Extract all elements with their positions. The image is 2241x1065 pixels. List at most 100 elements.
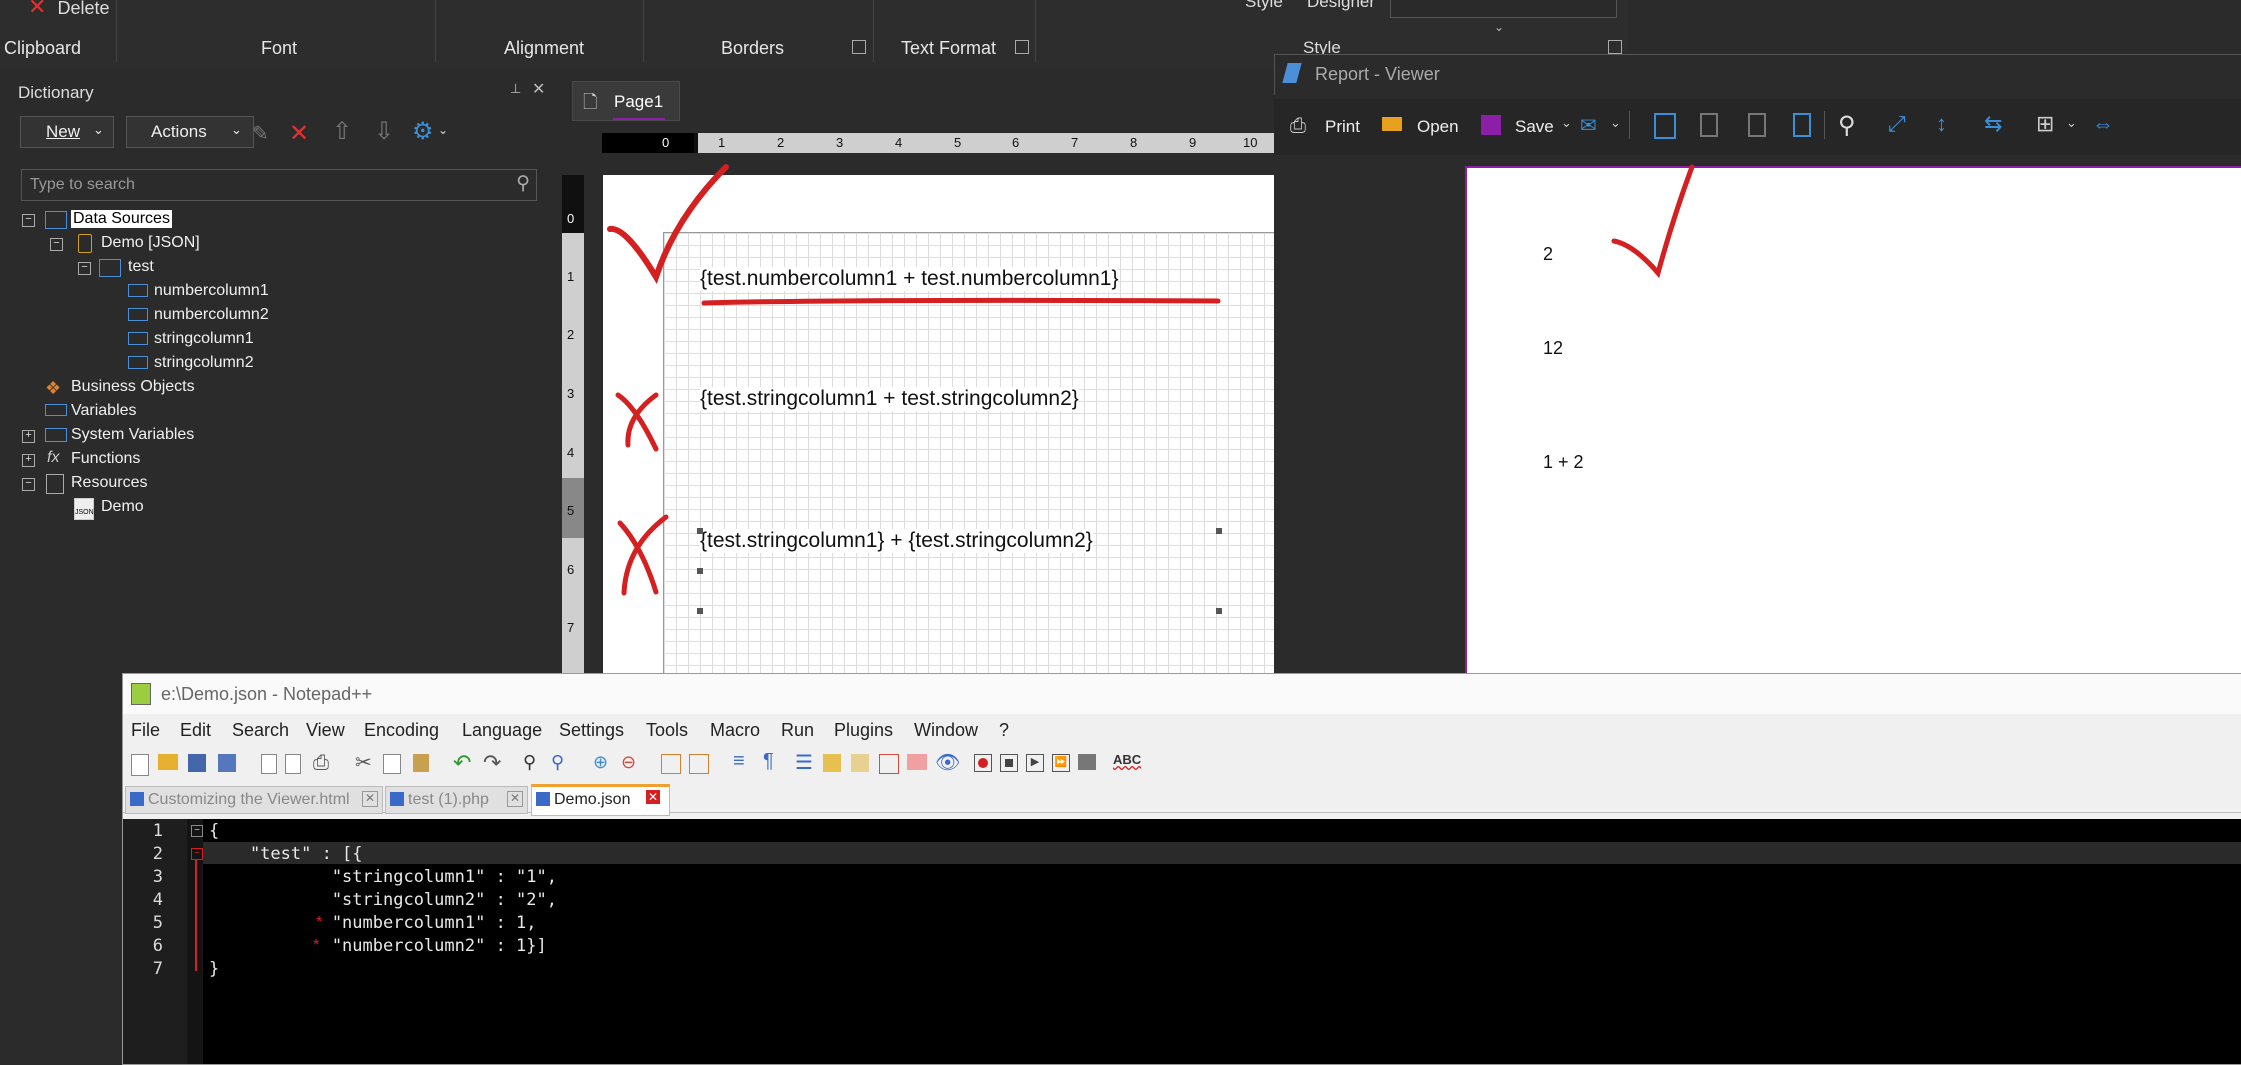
npp-menubar: File Edit Search View Encoding Language … (123, 720, 2241, 744)
collapse-toggle[interactable]: − (50, 238, 63, 251)
close-all-icon[interactable] (285, 754, 301, 774)
tree-item-demo[interactable]: Demo (101, 498, 144, 516)
menu-encoding[interactable]: Encoding (364, 720, 439, 741)
gear-icon[interactable]: ⚙ (412, 117, 434, 146)
tree-item-variables[interactable]: Variables (71, 402, 137, 420)
sync-horizontal-icon[interactable] (689, 754, 709, 774)
chevron-down-icon[interactable]: ⌄ (438, 123, 448, 137)
dictionary-search-input[interactable]: Type to search ⚲ (21, 169, 537, 201)
delete-icon[interactable]: ✕ (289, 119, 309, 148)
redo-icon[interactable]: ↷ (483, 750, 501, 776)
word-wrap-icon[interactable]: ≡ (733, 750, 745, 773)
zoom-in-icon[interactable]: ⊕ (593, 752, 608, 773)
menu-edit[interactable]: Edit (180, 720, 211, 741)
menu-view[interactable]: View (306, 720, 345, 741)
expand-toggle[interactable]: + (22, 454, 35, 467)
move-up-icon[interactable]: ⇧ (332, 117, 352, 146)
close-icon[interactable]: ✕ (362, 791, 378, 807)
close-icon[interactable]: ✕ (507, 791, 523, 807)
stop-macro-icon[interactable] (1000, 754, 1018, 772)
menu-tools[interactable]: Tools (646, 720, 688, 741)
edit-icon[interactable]: ✎ (252, 121, 269, 146)
tree-item-demo-json[interactable]: Demo [JSON] (101, 234, 200, 252)
close-file-icon[interactable] (261, 754, 277, 774)
tab-demo-json[interactable]: Demo.json ✕ (531, 784, 670, 816)
expand-toggle[interactable]: + (22, 430, 35, 443)
save-macro-icon[interactable] (1078, 754, 1096, 770)
fold-toggle[interactable]: − (191, 825, 203, 837)
menu-file[interactable]: File (131, 720, 160, 741)
menu-help[interactable]: ? (999, 720, 1009, 741)
cut-icon[interactable]: ✂ (355, 750, 372, 775)
search-icon[interactable]: ⚲ (516, 172, 530, 195)
style-launcher-icon[interactable] (1608, 40, 1622, 54)
collapse-toggle[interactable]: − (22, 478, 35, 491)
move-down-icon[interactable]: ⇩ (374, 117, 394, 146)
collapse-toggle[interactable]: − (22, 214, 35, 227)
find-icon[interactable]: ⚲ (523, 752, 536, 773)
text-format-launcher-icon[interactable] (1015, 40, 1029, 54)
notepad-logo-icon (131, 683, 151, 705)
open-file-icon[interactable] (158, 754, 178, 770)
tree-item-data-sources[interactable]: Data Sources (71, 210, 172, 228)
delete-button[interactable]: ✕ Delete (28, 0, 109, 20)
udl-icon[interactable] (823, 754, 841, 772)
style-combo[interactable] (1390, 0, 1617, 18)
menu-settings[interactable]: Settings (559, 720, 624, 741)
actions-button[interactable]: Actions ⌄ (126, 116, 254, 148)
tree-item-stringcolumn2[interactable]: stringcolumn2 (154, 354, 254, 372)
print-icon[interactable]: ⎙ (313, 752, 329, 775)
close-icon[interactable]: ✕ (646, 790, 660, 804)
menu-language[interactable]: Language (462, 720, 542, 741)
menu-window[interactable]: Window (914, 720, 978, 741)
folder-workspace-icon[interactable] (907, 754, 927, 770)
borders-launcher-icon[interactable] (852, 40, 866, 54)
undo-icon[interactable]: ↶ (453, 750, 471, 776)
tree-item-business-objects[interactable]: Business Objects (71, 378, 195, 396)
tree-item-resources[interactable]: Resources (71, 474, 147, 492)
record-macro-icon[interactable] (974, 754, 992, 772)
tree-item-numbercolumn1[interactable]: numbercolumn1 (154, 282, 269, 300)
code-editor[interactable]: 1 2 3 4 5 6 7 − − { "test" : [{ "stringc… (123, 819, 2241, 1064)
pin-icon[interactable]: ⊥ (510, 81, 521, 97)
tree-item-stringcolumn1[interactable]: stringcolumn1 (154, 330, 254, 348)
doc-map-icon[interactable] (851, 754, 869, 772)
tab-label: Customizing the Viewer.html (148, 791, 350, 808)
tree-item-numbercolumn2[interactable]: numbercolumn2 (154, 306, 269, 324)
new-file-icon[interactable] (131, 754, 149, 776)
menu-macro[interactable]: Macro (710, 720, 760, 741)
menu-plugins[interactable]: Plugins (834, 720, 893, 741)
json-file-icon: JSON (74, 498, 94, 520)
spell-check-icon[interactable]: ABC (1113, 752, 1141, 767)
play-macro-icon[interactable]: ▶ (1026, 754, 1044, 772)
menu-run[interactable]: Run (781, 720, 814, 741)
string-column-icon (128, 356, 148, 369)
zoom-out-icon[interactable]: ⊖ (621, 752, 636, 773)
new-button[interactable]: New ⌄ (20, 116, 114, 148)
tab-test-php[interactable]: test (1).php ✕ (385, 786, 528, 814)
save-icon[interactable] (188, 754, 206, 772)
close-icon[interactable]: ✕ (532, 79, 545, 99)
tree-item-system-variables[interactable]: System Variables (71, 426, 194, 444)
number-column-icon (128, 308, 148, 321)
function-list-icon[interactable] (879, 754, 899, 774)
collapse-toggle[interactable]: − (78, 262, 91, 275)
save-all-icon[interactable] (218, 754, 236, 772)
tab-customizing-viewer[interactable]: Customizing the Viewer.html ✕ (125, 786, 383, 814)
replace-icon[interactable]: ⚲ (551, 752, 564, 773)
paste-icon[interactable] (413, 754, 429, 772)
group-divider (435, 0, 436, 62)
tree-item-test[interactable]: test (128, 258, 154, 276)
monitoring-icon[interactable]: 👁 (935, 750, 960, 775)
sync-vertical-icon[interactable] (661, 754, 681, 774)
copy-icon[interactable] (383, 754, 401, 774)
chevron-down-icon[interactable]: ⌄ (1494, 20, 1504, 34)
table-icon (99, 259, 121, 277)
line-number: 5 (152, 913, 163, 933)
tree-item-functions[interactable]: Functions (71, 450, 140, 468)
menu-search[interactable]: Search (232, 720, 289, 741)
fold-toggle[interactable]: − (191, 848, 203, 860)
indent-guide-icon[interactable]: ☰ (795, 750, 813, 775)
show-all-chars-icon[interactable]: ¶ (763, 750, 774, 773)
run-macro-multiple-icon[interactable]: ⏩ (1052, 754, 1070, 772)
